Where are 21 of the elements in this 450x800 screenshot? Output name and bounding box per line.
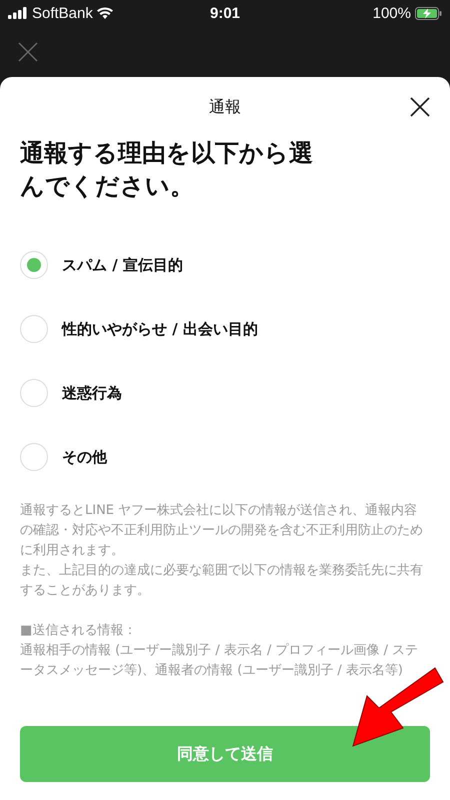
sheet-title: 通報 bbox=[209, 96, 241, 118]
clock-time: 9:01 bbox=[210, 4, 240, 22]
notice-text: 通報するとLINE ヤフー株式会社に以下の情報が送信され、通報内容の確認・対応や不正利用防止ツールの開発を含む不正利用防止のために利用されます。 bbox=[20, 502, 424, 560]
sheet-heading: 通報する理由を以下から選んでください。 bbox=[20, 138, 314, 202]
info-heading: ■送信される情報： bbox=[20, 622, 138, 640]
signal-icon bbox=[8, 7, 28, 19]
wifi-icon bbox=[96, 7, 113, 19]
notice-text: また、上記目的の達成に必要な範囲で以下の情報を業務委託先に共有することがあります。 bbox=[20, 562, 424, 600]
reason-option[interactable]: その他 bbox=[20, 425, 107, 489]
battery-percent: 100% bbox=[372, 4, 411, 22]
battery-charging-icon bbox=[415, 6, 442, 20]
radio-button[interactable] bbox=[20, 443, 48, 471]
radio-button[interactable] bbox=[20, 379, 48, 407]
reason-option[interactable]: 性的いやがらせ / 出会い目的 bbox=[20, 297, 258, 361]
reason-option[interactable]: 迷惑行為 bbox=[20, 361, 122, 425]
reason-option[interactable]: スパム / 宣伝目的 bbox=[20, 233, 183, 297]
info-text: 通報相手の情報 (ユーザー識別子 / 表示名 / プロフィール画像 / ステータスメッセージ等)、通報者の情報 (ユーザー識別子 / 表示名等) bbox=[20, 642, 420, 680]
close-icon[interactable] bbox=[410, 97, 430, 117]
carrier-name: SoftBank bbox=[32, 4, 93, 22]
radio-button[interactable] bbox=[20, 251, 48, 279]
radio-button[interactable] bbox=[20, 315, 48, 343]
